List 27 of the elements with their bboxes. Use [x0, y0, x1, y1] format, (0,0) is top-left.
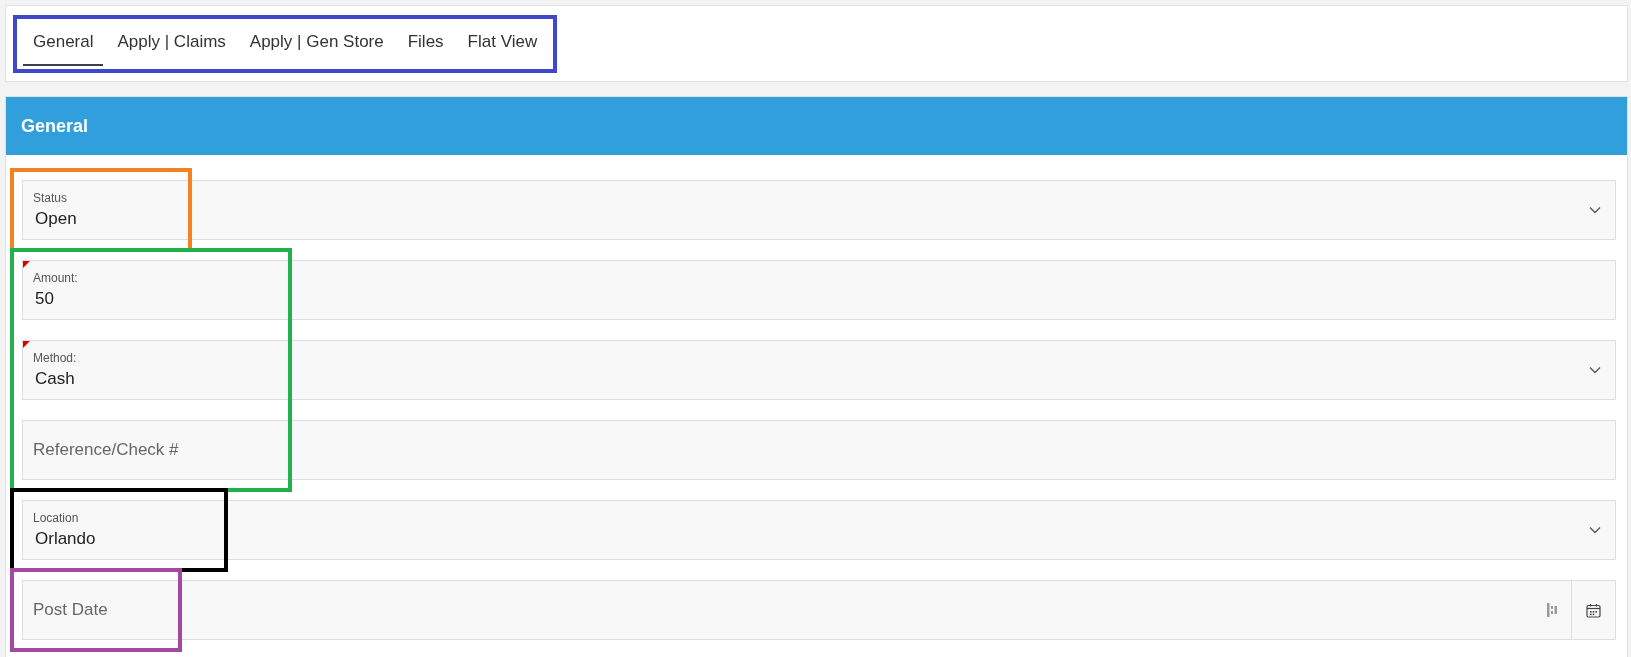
select-field[interactable]: Method: Cash — [22, 340, 1616, 400]
input-field[interactable]: Reference/Check # — [33, 440, 1615, 460]
text-field[interactable]: Reference/Check # — [22, 420, 1616, 480]
chevron-down-icon — [1589, 526, 1601, 534]
field-label: Location — [33, 511, 80, 525]
field-value: 50 — [34, 289, 55, 309]
text-field[interactable]: Amount: 50 — [22, 260, 1616, 320]
field-label: Amount: — [33, 271, 79, 285]
date-field[interactable]: Post Date — [22, 580, 1616, 640]
field-value: Cash — [34, 369, 76, 389]
chevron-down-icon — [1589, 366, 1601, 374]
field-value: Open — [34, 209, 78, 229]
tab[interactable]: Flat View — [457, 21, 548, 66]
field-label: Method: — [33, 351, 78, 365]
chevron-down-icon — [1589, 206, 1601, 214]
select-field[interactable]: Status Open — [22, 180, 1616, 240]
select-field[interactable]: Location Orlando — [22, 500, 1616, 560]
field-label: Status — [33, 191, 69, 205]
calendar-icon — [1586, 602, 1601, 618]
tab[interactable]: Files — [397, 21, 454, 66]
tab[interactable]: Apply | Gen Store — [239, 21, 394, 66]
input-field[interactable]: Post Date — [33, 600, 1547, 620]
bars-icon — [1547, 603, 1557, 617]
field-value: Orlando — [34, 529, 97, 549]
tab[interactable]: Apply | Claims — [107, 21, 236, 66]
tab[interactable]: General — [23, 21, 104, 66]
region-title: General — [21, 115, 89, 137]
